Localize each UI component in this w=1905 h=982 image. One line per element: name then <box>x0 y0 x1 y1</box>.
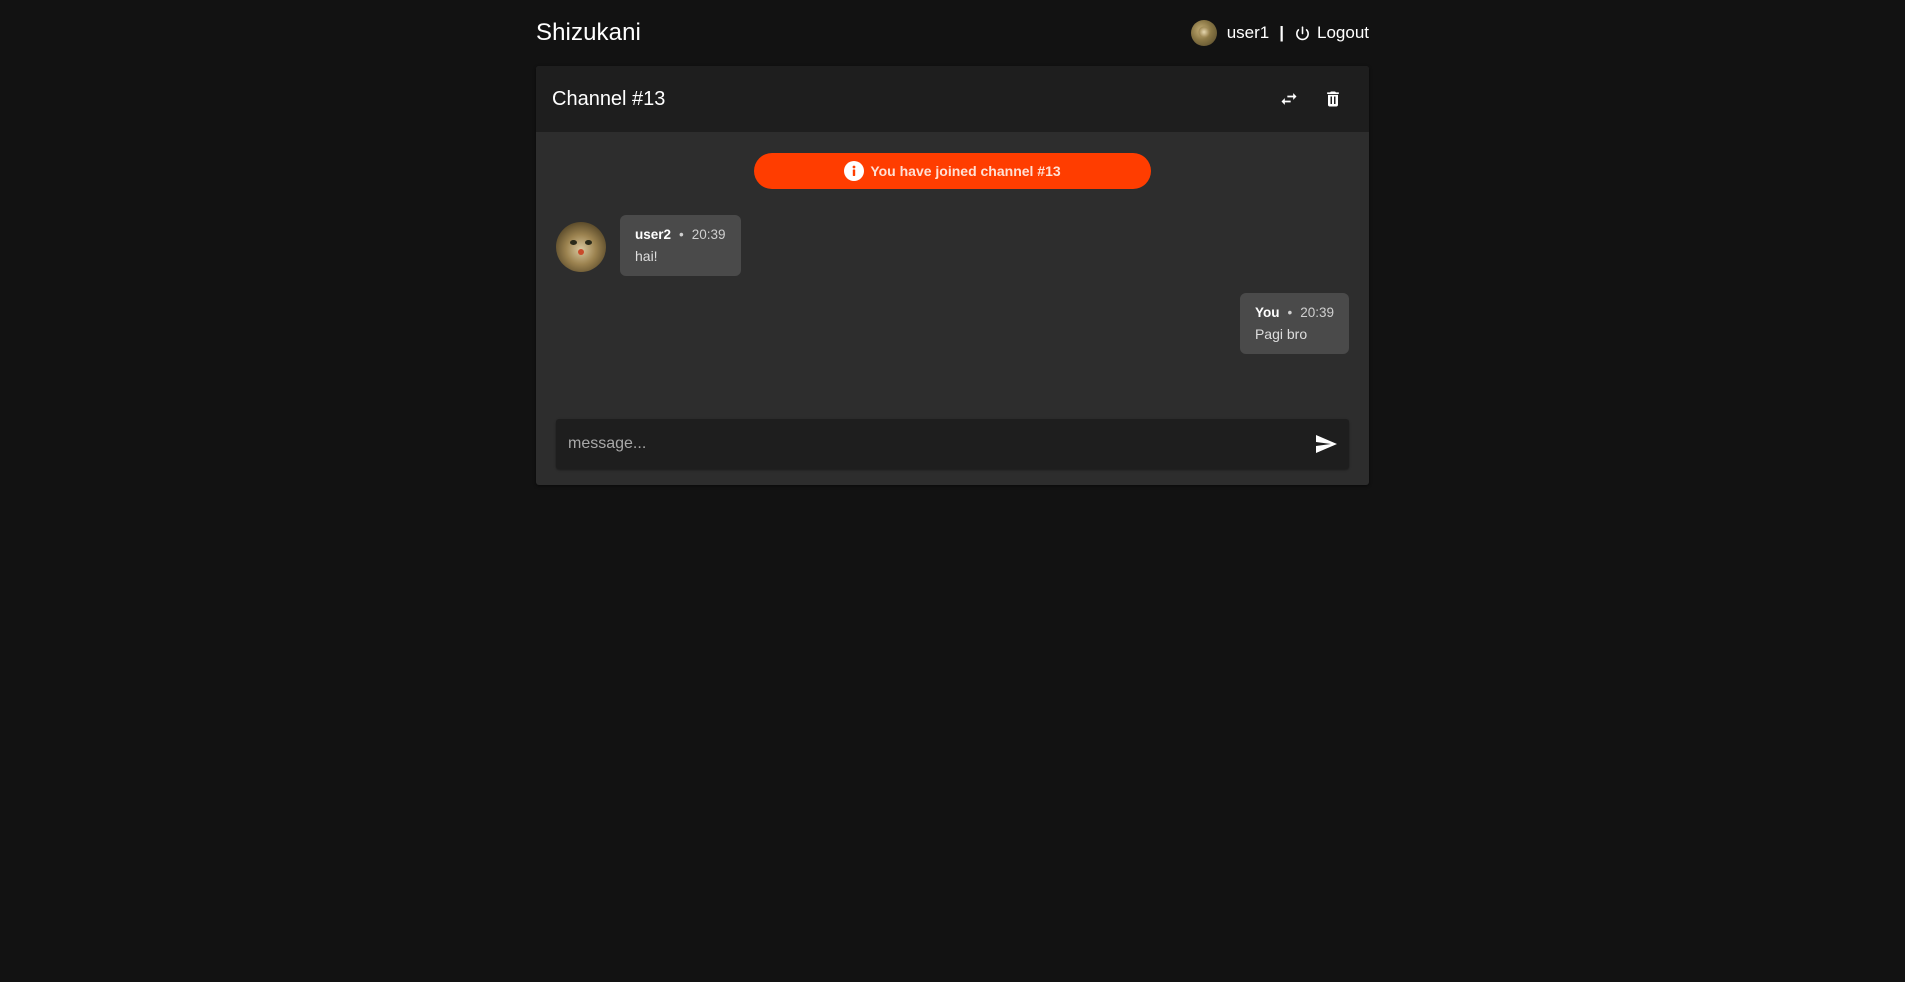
meta-separator: • <box>679 227 684 242</box>
top-bar: Shizukani user1 | Logout <box>536 0 1369 66</box>
channel-title: Channel #13 <box>552 87 666 110</box>
swap-horiz-icon <box>1281 93 1297 105</box>
app-container: Shizukani user1 | Logout Channel #13 You… <box>536 0 1369 485</box>
message-bubble: You • 20:39 Pagi bro <box>1239 293 1349 354</box>
message-list: You have joined channel #13 user2 • 20:3… <box>536 132 1369 419</box>
message-meta: You • 20:39 <box>1255 305 1334 320</box>
join-notice-text: You have joined channel #13 <box>870 163 1061 179</box>
app-brand: Shizukani <box>536 19 641 46</box>
user-avatar <box>1190 20 1217 46</box>
message-bubble: user2 • 20:39 hai! <box>620 215 741 276</box>
user-divider: | <box>1279 23 1284 42</box>
message-text: hai! <box>635 248 658 264</box>
message-time: 20:39 <box>1300 305 1334 320</box>
header-actions <box>1265 79 1353 119</box>
message-time: 20:39 <box>691 227 726 242</box>
message-composer <box>556 419 1349 469</box>
user-area: user1 | Logout <box>1190 20 1369 46</box>
chat-card: Channel #13 You have joined channel #13 … <box>536 66 1369 485</box>
current-username: user1 <box>1226 23 1270 42</box>
delete-channel-button[interactable] <box>1313 79 1353 119</box>
message-text: Pagi bro <box>1254 326 1308 342</box>
message-author: user2 <box>635 227 672 242</box>
message-outgoing: You • 20:39 Pagi bro <box>1239 293 1349 354</box>
message-input[interactable] <box>556 419 1303 469</box>
logout-button[interactable]: Logout <box>1294 23 1369 43</box>
message-author: You <box>1254 305 1280 320</box>
chat-header: Channel #13 <box>536 66 1369 132</box>
switch-channel-button[interactable] <box>1269 79 1309 119</box>
meta-separator: • <box>1287 305 1293 320</box>
card-footer-space <box>536 469 1369 485</box>
message-meta: user2 • 20:39 <box>635 227 726 242</box>
join-notice: You have joined channel #13 <box>754 153 1151 189</box>
send-button[interactable] <box>1303 421 1349 467</box>
sender-avatar <box>556 222 606 272</box>
power-icon <box>1296 25 1309 40</box>
trash-icon <box>1327 91 1339 107</box>
send-icon <box>1316 435 1337 453</box>
message-incoming: user2 • 20:39 hai! <box>556 215 741 276</box>
info-icon <box>844 161 865 181</box>
logout-label: Logout <box>1317 23 1369 42</box>
